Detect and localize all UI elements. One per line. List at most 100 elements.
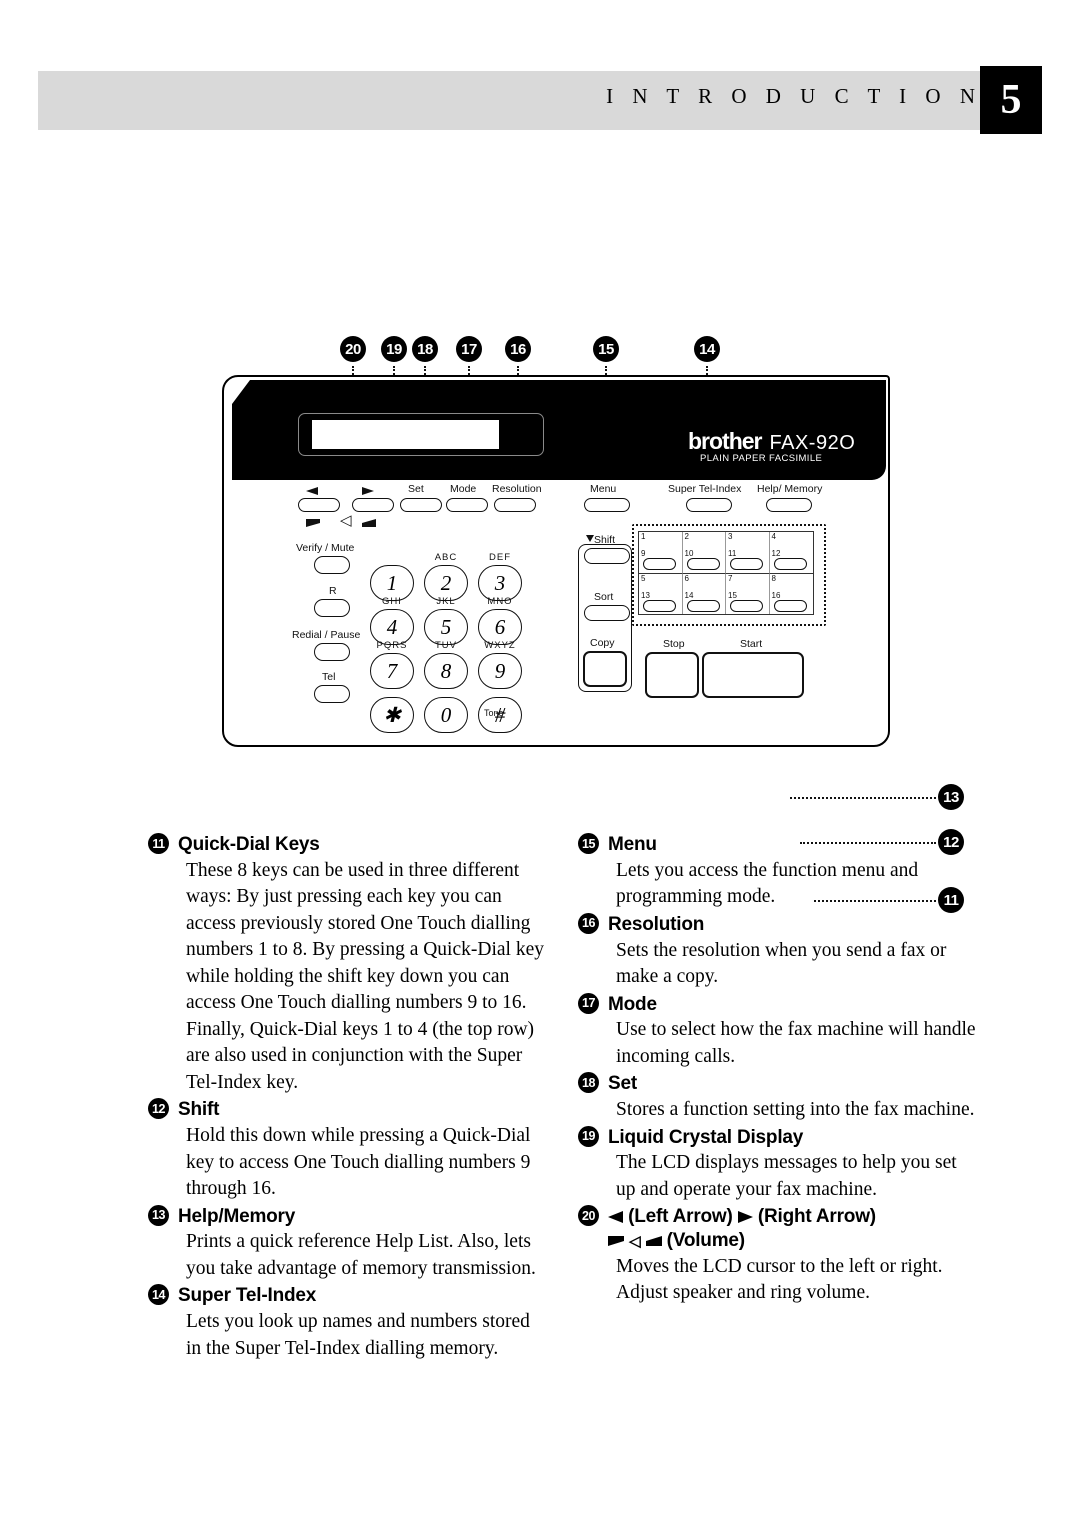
keypad-key-8[interactable]: 8	[424, 653, 468, 689]
description-entry-18: 18 Set Stores a function setting into the …	[578, 1072, 978, 1123]
super-tel-index-key[interactable]	[686, 498, 732, 512]
entry-body: Moves the LCD cursor to the left or righ…	[616, 1255, 943, 1304]
entry-heading: 12 Shift	[148, 1098, 548, 1122]
start-key[interactable]	[702, 652, 804, 698]
shift-triangle-icon	[586, 535, 594, 542]
keypad-letters-3: DEF	[489, 552, 511, 563]
description-entry-13: 13 Help/Memory Prints a quick reference He…	[148, 1204, 548, 1283]
description-entry-12: 12 Shift Hold this down while pressing a Q…	[148, 1098, 548, 1202]
description-entry-16: 16 Resolution Sets the resolution when you…	[578, 912, 978, 991]
quick-dial-number-8: 8	[771, 574, 776, 583]
right-arrow-icon	[737, 1211, 753, 1224]
set-key[interactable]	[400, 498, 442, 512]
quick-dial-key-1[interactable]	[643, 558, 676, 570]
quick-dial-shift-number-13: 13	[641, 591, 650, 600]
quick-dial-number-5: 5	[641, 574, 646, 583]
keypad-letters-8: TUV	[435, 640, 457, 651]
quick-dial-cell-1[interactable]: 19	[639, 532, 683, 573]
callout-bubble-13: 13	[938, 784, 964, 810]
speaker-icon: ◁	[629, 1233, 641, 1251]
start-label: Start	[740, 638, 763, 650]
mode-key[interactable]	[446, 498, 488, 512]
entry-body: The LCD displays messages to help you se…	[616, 1152, 957, 1200]
quick-dial-cell-2[interactable]: 2 10	[683, 532, 726, 573]
left-arrow-text: (Left Arrow)	[628, 1206, 733, 1228]
right-arrow-key[interactable]	[352, 498, 394, 512]
liquid-crystal-display	[312, 420, 499, 449]
quick-dial-number-4: 4	[771, 532, 776, 541]
description-entry-11: 11 Quick-Dial Keys These 8 keys can be use…	[148, 833, 548, 1096]
quick-dial-key-7[interactable]	[730, 600, 763, 612]
copy-label: Copy	[590, 637, 615, 649]
tel-key[interactable]	[314, 685, 350, 703]
quick-dial-cell-3[interactable]: 3 11	[726, 532, 770, 573]
volume-text: (Volume)	[666, 1230, 745, 1252]
redial-pause-label: Redial / Pause	[292, 629, 361, 641]
super-tel-index-label: Super Tel-Index	[668, 483, 742, 495]
entry-title: Super Tel-Index	[178, 1285, 317, 1307]
leader-line-13	[790, 797, 936, 799]
entry-heading: 16 Resolution	[578, 912, 978, 937]
quick-dial-shift-number-9: 9	[641, 549, 646, 558]
keypad-letters-5: JKL	[436, 596, 456, 607]
description-entry-19: 19 Liquid Crystal Display The LCD displays…	[578, 1125, 978, 1204]
verify-mute-key[interactable]	[314, 556, 350, 574]
page-number-badge: 5	[980, 66, 1042, 134]
help-memory-key[interactable]	[766, 498, 812, 512]
quick-dial-key-8[interactable]	[773, 600, 807, 612]
quick-dial-number-3: 3	[728, 532, 733, 541]
mode-label: Mode	[450, 483, 477, 495]
tel-label: Tel	[322, 671, 336, 683]
left-arrow-key[interactable]	[298, 498, 340, 512]
quick-dial-key-5[interactable]	[643, 600, 676, 612]
keypad-key-7[interactable]: 7	[370, 653, 414, 689]
entry-body: Hold this down while pressing a Quick-Di…	[186, 1125, 531, 1200]
stop-key[interactable]	[645, 652, 699, 698]
quick-dial-shift-number-12: 12	[771, 549, 781, 558]
quick-dial-key-4[interactable]	[773, 558, 807, 570]
volume-up-icon	[645, 1236, 662, 1247]
keypad-key-0[interactable]: 0	[424, 697, 468, 733]
quick-dial-cell-7[interactable]: 7 15	[726, 573, 770, 614]
resolution-key[interactable]	[494, 498, 536, 512]
quick-dial-cell-8[interactable]: 8 16	[769, 573, 813, 614]
r-key[interactable]	[314, 599, 350, 617]
keypad-letters-4: GHI	[382, 596, 402, 607]
right-arrow-icon	[362, 487, 374, 495]
verify-mute-label: Verify / Mute	[296, 542, 355, 554]
resolution-label: Resolution	[492, 483, 542, 495]
keypad-letters-6: MNO	[487, 596, 513, 607]
entry-title: Menu	[608, 834, 657, 855]
speaker-icon: ◁	[340, 512, 352, 529]
quick-dial-cell-4[interactable]: 4 12	[770, 532, 814, 573]
volume-down-icon	[608, 1236, 624, 1247]
quick-dial-key-6[interactable]	[686, 600, 720, 612]
callout-bubble-17: 17	[456, 336, 482, 362]
quick-dial-number-7: 7	[728, 574, 733, 583]
keypad-letters-9: WXYZ	[484, 640, 516, 651]
sort-key[interactable]	[584, 605, 630, 621]
quick-dial-cell-6[interactable]: 6 14	[682, 573, 726, 614]
keypad-key-✱[interactable]: ✱	[370, 697, 414, 733]
quick-dial-shift-number-15: 15	[728, 591, 737, 600]
entry-heading: 11 Quick-Dial Keys	[148, 833, 548, 857]
quick-dial-key-2[interactable]	[686, 558, 720, 570]
quick-dial-shift-number-14: 14	[684, 591, 694, 600]
left-description-column: 11 Quick-Dial Keys These 8 keys can be use…	[148, 833, 548, 1364]
entry-body: Stores a function setting into the fax m…	[616, 1099, 975, 1121]
callout-bubble-20: 20	[340, 336, 366, 362]
quick-dial-cell-5[interactable]: 5 13	[639, 573, 683, 614]
redial-pause-key[interactable]	[314, 643, 350, 661]
help-memory-label: Help/ Memory	[757, 483, 823, 495]
menu-key[interactable]	[584, 498, 630, 512]
quick-dial-key-3[interactable]	[730, 558, 763, 570]
volume-down-icon	[306, 519, 320, 527]
entry-heading: 13 Help/Memory	[148, 1204, 548, 1229]
description-entry-17: 17 Mode Use to select how the fax machine …	[578, 992, 978, 1071]
volume-up-icon	[362, 519, 376, 527]
quick-dial-shift-number-11: 11	[728, 549, 737, 558]
entry-body: Use to select how the fax machine will h…	[616, 1019, 976, 1067]
keypad-key-9[interactable]: 9	[478, 653, 522, 689]
quick-dial-number-2: 2	[684, 532, 689, 541]
copy-key[interactable]	[583, 651, 627, 687]
